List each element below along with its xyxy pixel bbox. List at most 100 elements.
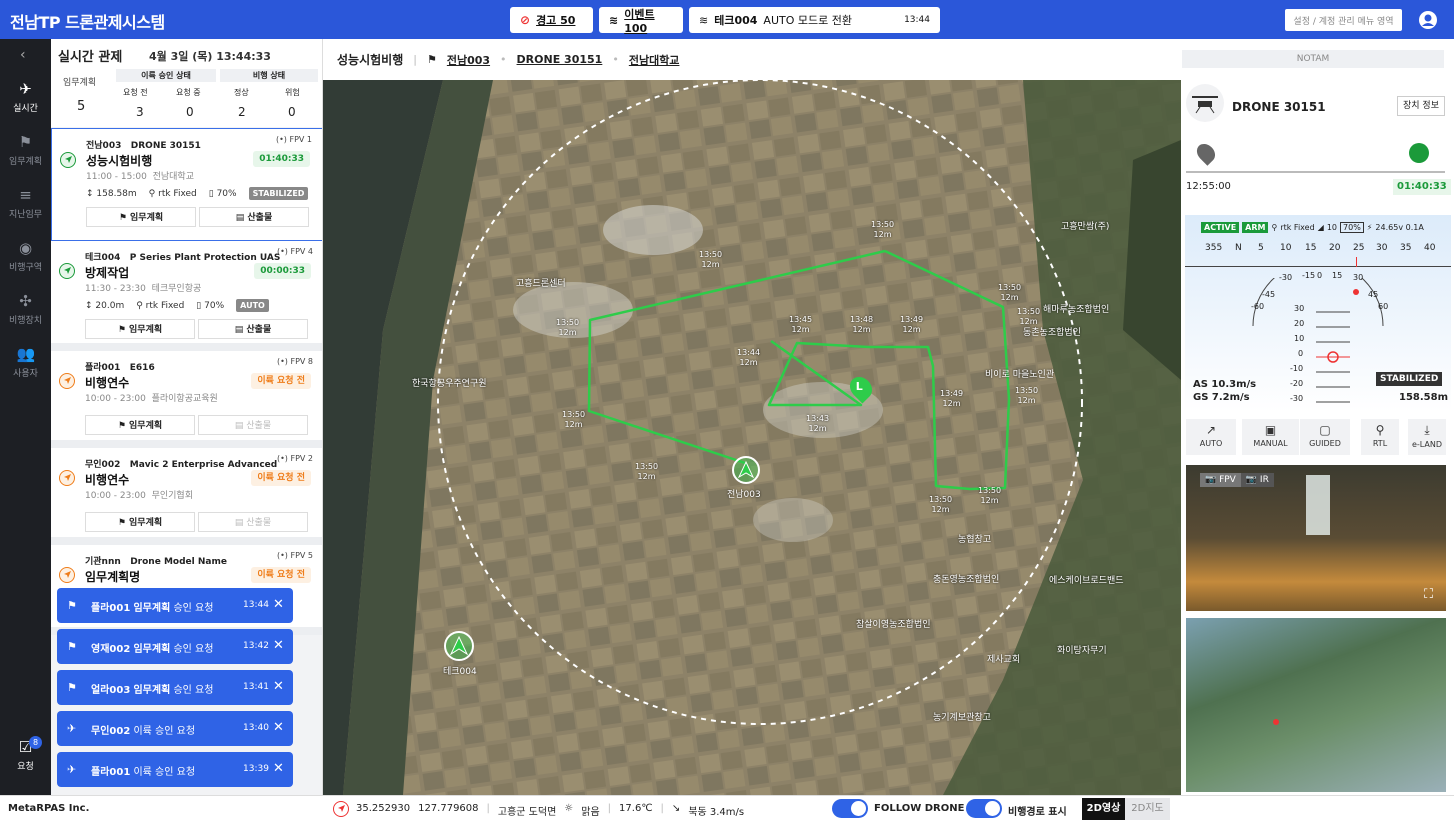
user-icon[interactable] [1419,11,1437,29]
mode-guided-button[interactable]: ▢ GUIDED [1300,419,1350,455]
device-info-button[interactable]: 장치 정보 [1397,96,1445,116]
warning-button[interactable]: ⊘ 경고 50 [510,7,593,33]
close-icon[interactable]: ✕ [273,638,284,653]
close-icon[interactable]: ✕ [273,761,284,776]
side-nav: ‹ ✈ 실시간 ⚑ 임무계획 ≡ 지난임무 ◉ 비행구역 ✣ 비행장치 👥 사용자 ☑ 8 … [0,39,51,795]
drone-icon [1186,84,1224,122]
satellite-map [323,80,1181,795]
panel-datetime: 4월 3일 (목) 13:44:33 [149,50,271,63]
place-label: 농협창고 [958,535,992,545]
toast-text: 플라001 임무계획 승인 요청 [91,603,214,614]
notification-toast[interactable]: ✈ 무인002 이륙 승인 요청 13:40 ✕ [57,711,293,746]
nav-mission-plan[interactable]: ⚑ 임무계획 [0,134,51,184]
drone-marker[interactable] [444,631,474,661]
col-label: 요청 전 [123,88,148,97]
map-header: 성능시험비행 | ⚑ 전남003 • DRONE 30151 • 전남대학교 [323,39,1181,80]
close-icon[interactable]: ✕ [273,597,284,612]
mission-card[interactable]: (•) FPV 8 플라001 E616 비행연수 10:00 - 23:00 … [51,351,322,448]
view-2d-map-button[interactable]: 2D지도 [1125,798,1170,820]
waypoint-label: 13:45 12m [789,315,813,334]
tab-fpv[interactable]: 📷 FPV [1200,473,1241,487]
heading-tick: N [1235,243,1242,253]
view-2d-video-button[interactable]: 2D영상 [1082,798,1125,820]
waypoint-label: 13:43 12m [806,414,830,433]
heading-tick: 20 [1329,243,1341,253]
mission-plan-button[interactable]: ⚑ 임무계획 [85,415,195,435]
mode-rtl-button[interactable]: ⚲ RTL [1361,419,1399,455]
fpv-tag: (•) FPV 1 [275,135,312,144]
heading-tick: 40 [1424,243,1436,253]
mode-eland-button[interactable]: ⤓ e-LAND [1408,419,1446,455]
nav-requests[interactable]: ☑ 8 요청 [0,736,51,789]
region: 고흥군 도덕면 [497,807,557,818]
notam-bar[interactable]: NOTAM [1182,50,1444,68]
notification-toast[interactable]: ⚑ 얼라003 임무계획 승인 요청 13:41 ✕ [57,670,293,705]
notification-toast[interactable]: ⚑ 영재002 임무계획 승인 요청 13:42 ✕ [57,629,293,664]
show-route-toggle[interactable] [966,799,1002,818]
close-icon[interactable]: ✕ [273,720,284,735]
mission-plan-button[interactable]: ⚑ 임무계획 [85,512,195,532]
mission-card[interactable]: (•) FPV 1 전남003 DRONE 30151 성능시험비행 11:00… [51,128,322,241]
top-bar: 전남TP 드론관제시스템 ⊘ 경고 50 ≋ 이벤트 100 ≋ 테크004 A… [0,0,1454,39]
mode-manual-button[interactable]: ▣ MANUAL [1242,419,1299,455]
signal-icon: ◢ [1317,223,1324,232]
chevron-left-icon[interactable]: ‹ [20,47,26,63]
nav-users[interactable]: 👥 사용자 [0,346,51,396]
notification-toast[interactable]: ⚑ 플라001 임무계획 승인 요청 13:44 ✕ [57,588,293,623]
mode-badge: STABILIZED [248,187,309,200]
tab-ir[interactable]: 📷 IR [1241,473,1274,487]
temperature: 17.6℃ [619,803,653,814]
breadcrumb-place[interactable]: 전남대학교 [629,52,680,68]
output-button[interactable]: ▤ 산출물 [198,319,308,339]
map-view[interactable]: L 전남003 테크004 13:50 12m 13:50 12m 13:50 12m… [323,80,1181,795]
heading-tick: 15 [1305,243,1317,253]
mission-plan-button[interactable]: ⚑ 임무계획 [85,319,195,339]
close-icon[interactable]: ✕ [273,679,284,694]
wifi-icon: ≋ [609,13,619,27]
waypoint-label: 13:44 12m [737,348,761,367]
mission-card[interactable]: (•) FPV 2 무인002 Mavic 2 Enterprise Advan… [51,448,322,545]
hud-status-row: ACTIVE ARM ⚲ rtk Fixed ◢ 10 70% ⚡ 24.65v 0.… [1201,222,1424,233]
drone-marker[interactable] [732,456,760,484]
account-menu[interactable]: 설정 / 계정 관리 메뉴 영역 [1285,9,1402,31]
mission-time: 10:00 - 23:00 무인기협회 [85,491,193,501]
output-button[interactable]: ▤ 산출물 [199,207,309,227]
heading-marker [1356,257,1357,267]
follow-drone-toggle[interactable] [832,799,868,818]
flight-progress-track [1186,171,1445,173]
notification-bar[interactable]: ≋ 테크004 AUTO 모드로 전환 13:44 [689,7,940,33]
request-count-badge: 8 [29,736,42,749]
active-badge: ACTIVE [1201,222,1240,233]
breadcrumb-drone[interactable]: DRONE 30151 [517,53,603,66]
breadcrumb-org[interactable]: 전남003 [447,52,490,68]
status-badge: 이륙 요청 전 [251,470,311,486]
map-title: 성능시험비행 [337,53,404,67]
warning-label: 경고 50 [536,14,576,27]
nav-label: 임무계획 [8,157,43,167]
place-label: 충돈영농조합법인 [933,575,1000,585]
fpv-video[interactable]: 📷 FPV 📷 IR ⛶ [1186,465,1446,611]
toast-text: 얼라003 임무계획 승인 요청 [91,685,214,696]
pitch-tick: -30 [1290,394,1304,403]
flag-icon: ⚑ [67,681,77,694]
waypoint-label: 13:50 12m [978,486,1002,505]
mode-auto-button[interactable]: ↗ AUTO [1186,419,1236,455]
flight-timer-badge: 01:40:33 [253,151,310,167]
fullscreen-icon[interactable]: ⛶ [1424,587,1433,602]
nav-flight-zone[interactable]: ◉ 비행구역 [0,240,51,290]
col-label: 요청 중 [176,88,201,97]
mini-map[interactable] [1186,618,1446,792]
toast-time: 13:39 [243,764,269,774]
notification-toast[interactable]: ✈ 플라001 이륙 승인 요청 13:39 ✕ [57,752,293,787]
mission-card[interactable]: (•) FPV 4 테크004 P Series Plant Protectio… [51,241,322,351]
toast-time: 13:42 [243,641,269,651]
nav-devices[interactable]: ✣ 비행장치 [0,293,51,343]
nav-past-missions[interactable]: ≡ 지난임무 [0,187,51,237]
event-button[interactable]: ≋ 이벤트 100 [599,7,683,35]
nav-realtime[interactable]: ✈ 실시간 [0,81,51,131]
roll-tick: 15 [1332,271,1343,280]
mission-plan-button[interactable]: ⚑ 임무계획 [86,207,196,227]
place-label: 에스케이브로드밴드 [1049,576,1124,586]
flight-timer-badge: 00:00:33 [254,263,311,279]
satellite-count: 10 [1326,223,1338,232]
